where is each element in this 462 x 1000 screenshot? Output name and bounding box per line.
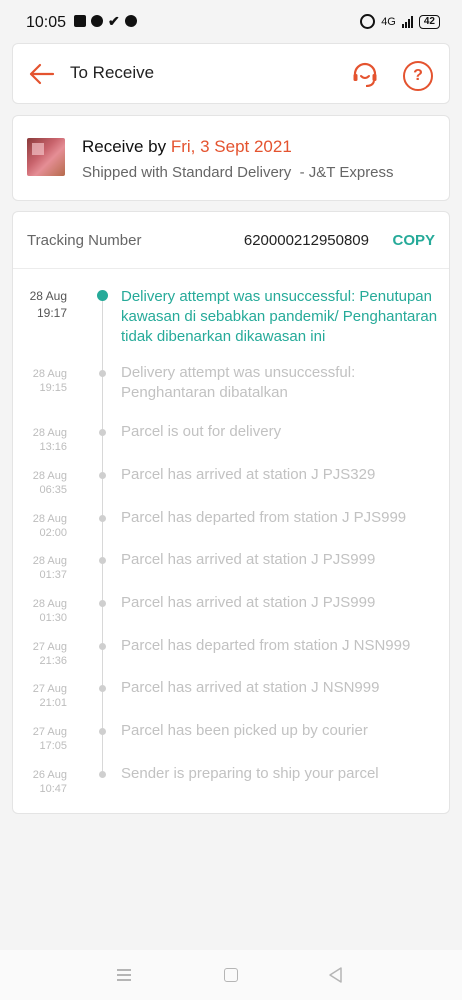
- home-button[interactable]: [224, 968, 238, 982]
- timeline-line: [102, 294, 103, 776]
- help-icon[interactable]: ?: [403, 61, 433, 91]
- system-nav-bar: [0, 950, 462, 1000]
- event-time: 19:15: [39, 382, 67, 394]
- event-description: Parcel has departed from station J NSN99…: [121, 637, 411, 654]
- event-time: 19:17: [36, 306, 67, 320]
- receive-by-date: Fri, 3 Sept 2021: [170, 137, 292, 156]
- event-datetime: 28 Aug 06:35: [27, 469, 67, 497]
- tracking-card: Tracking Number 620000212950809 COPY 28 …: [13, 212, 449, 813]
- timeline-dot: [99, 472, 106, 479]
- shopping-bag-icon: [74, 15, 86, 27]
- event-description: Parcel has arrived at station J NSN999: [121, 679, 380, 696]
- timeline-dot: [99, 728, 106, 735]
- shipping-method: Shipped with Standard Delivery - J&T Exp…: [82, 164, 394, 181]
- signal-icon: [401, 15, 413, 28]
- copy-button[interactable]: COPY: [392, 232, 435, 249]
- timeline-dot: [99, 557, 106, 564]
- event-date: 27 Aug: [32, 641, 67, 653]
- tracking-number: 620000212950809: [243, 232, 369, 249]
- event-time: 01:30: [39, 612, 67, 624]
- event-datetime: 28 Aug 19:15: [27, 367, 67, 395]
- product-thumbnail: [27, 138, 65, 176]
- event-datetime: 27 Aug 17:05: [27, 725, 67, 753]
- event-description: Delivery attempt was unsuccessful: Pengh…: [121, 364, 356, 401]
- event-date: 28 Aug: [32, 598, 67, 610]
- network-type: 4G: [381, 15, 396, 28]
- event-datetime: 28 Aug 01:37: [27, 554, 67, 582]
- event-datetime: 28 Aug 01:30: [27, 597, 67, 625]
- event-time: 21:36: [39, 655, 67, 667]
- back-button[interactable]: [327, 966, 345, 984]
- header-bar: To Receive ?: [13, 44, 449, 103]
- divider: [13, 268, 449, 269]
- event-date: 27 Aug: [32, 726, 67, 738]
- event-datetime: 28 Aug 13:16: [27, 426, 67, 454]
- event-datetime: 27 Aug 21:01: [27, 682, 67, 710]
- whatsapp-icon: [124, 15, 137, 27]
- headset-icon[interactable]: [351, 61, 379, 89]
- event-description: Sender is preparing to ship your parcel: [121, 765, 379, 782]
- event-time: 02:00: [39, 527, 67, 539]
- event-date: 28 Aug: [32, 368, 67, 380]
- event-description: Parcel has arrived at station J PJS329: [121, 466, 376, 483]
- page-title: To Receive: [70, 63, 155, 82]
- recent-apps-button[interactable]: [117, 969, 131, 984]
- event-description: Parcel has arrived at station J PJS999: [121, 551, 376, 568]
- status-time: 10:05: [26, 14, 67, 31]
- event-date: 28 Aug: [29, 289, 67, 303]
- event-datetime: 27 Aug 21:36: [27, 640, 67, 668]
- event-description: Delivery attempt was unsuccessful: Penut…: [121, 288, 438, 345]
- timeline-dot: [99, 600, 106, 607]
- event-description: Parcel has arrived at station J PJS999: [121, 594, 376, 611]
- event-date: 28 Aug: [32, 470, 67, 482]
- event-date: 28 Aug: [32, 555, 67, 567]
- receive-by-line: Receive by Fri, 3 Sept 2021: [82, 137, 292, 157]
- timeline-dot: [99, 685, 106, 692]
- battery-level: 42: [418, 14, 440, 29]
- event-description: Parcel has been picked up by courier: [121, 722, 368, 739]
- arrow-left-icon[interactable]: [27, 60, 55, 88]
- system-icons: 4G 42: [360, 14, 440, 29]
- event-time: 10:47: [39, 783, 67, 795]
- tracking-number-label: Tracking Number: [27, 232, 142, 249]
- event-time: 17:05: [39, 740, 67, 752]
- timeline-dot: [99, 771, 106, 778]
- facebook-icon: [91, 15, 103, 27]
- event-date: 28 Aug: [32, 427, 67, 439]
- timeline-dot: [99, 643, 106, 650]
- timeline-dot-active: [97, 290, 108, 301]
- event-datetime: 28 Aug 19:17: [27, 288, 67, 322]
- event-time: 21:01: [39, 697, 67, 709]
- alarm-icon: [360, 14, 376, 29]
- delivery-summary-card[interactable]: Receive by Fri, 3 Sept 2021 Shipped with…: [13, 116, 449, 200]
- event-time: 06:35: [39, 484, 67, 496]
- timeline-dot: [99, 515, 106, 522]
- event-date: 26 Aug: [32, 769, 67, 781]
- event-date: 27 Aug: [32, 683, 67, 695]
- timeline-dot: [99, 370, 106, 377]
- event-time: 13:16: [39, 441, 67, 453]
- event-date: 28 Aug: [32, 513, 67, 525]
- event-datetime: 26 Aug 10:47: [27, 768, 67, 796]
- receive-by-label: Receive by: [82, 137, 171, 156]
- event-time: 01:37: [39, 569, 67, 581]
- event-description: Parcel is out for delivery: [121, 423, 282, 440]
- notification-icons: ✔: [74, 13, 137, 29]
- check-icon: ✔: [108, 13, 120, 29]
- timeline-dot: [99, 429, 106, 436]
- status-bar: 10:05 ✔ 4G 42: [0, 0, 462, 44]
- event-datetime: 28 Aug 02:00: [27, 512, 67, 540]
- event-description: Parcel has departed from station J PJS99…: [121, 509, 407, 526]
